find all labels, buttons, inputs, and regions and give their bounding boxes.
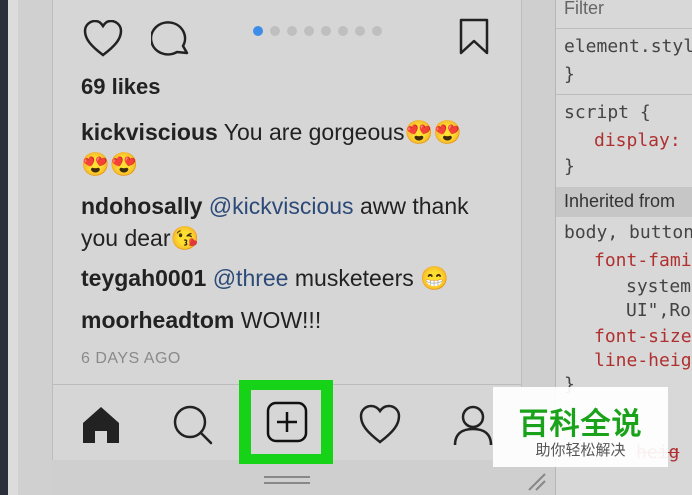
comment-username[interactable]: kickviscious [81,119,218,145]
comment-username[interactable]: moorheadtom [81,307,234,333]
style-value: UI",Ro [626,300,692,321]
style-property[interactable]: display: [594,130,681,151]
mention-link[interactable]: @three [213,265,289,291]
comment-text: musketeers 😁 [288,265,449,291]
carousel-dot [372,26,382,36]
filter-input[interactable]: Filter [564,0,604,19]
watermark-logo: 百科全说 助你轻松解决 [493,387,668,467]
carousel-dot-active [253,26,263,36]
resize-grip-icon[interactable] [525,470,547,492]
add-post-highlight [239,380,333,464]
comment-text: WOW!!! [234,307,322,333]
post-action-row [83,18,493,62]
style-property[interactable]: font-fami [594,250,692,271]
divider [556,94,692,95]
style-rule-close: } [564,64,575,85]
comment-1: kickviscious You are gorgeous😍😍 😍😍 [81,116,491,180]
comment-text: aww thank [353,193,469,219]
style-value: system [626,276,692,297]
carousel-dot [338,26,348,36]
inherited-label: Inherited from [564,191,676,211]
style-rule-close: } [564,156,575,177]
window-edge [0,0,8,495]
style-rule-selector[interactable]: element.styl [564,36,692,57]
carousel-dot [270,26,280,36]
divider [556,28,692,29]
carousel-dot [321,26,331,36]
watermark-subtitle: 助你轻松解决 [535,441,626,459]
comment-text-continued: 😍😍 [81,151,139,177]
comment-text-continued: you dear😘 [81,225,200,251]
style-property[interactable]: line-heig [594,350,692,371]
watermark-title: 百科全说 [518,407,643,442]
comment-2: ndohosally @kickviscious aww thank you d… [81,190,491,254]
post-timestamp: 6 DAYS AGO [81,350,181,367]
style-property[interactable]: font-size [594,326,692,347]
comment-icon[interactable] [151,20,191,58]
resize-handle[interactable] [264,476,310,478]
bottom-tab-bar [53,380,521,464]
window-border [8,0,18,495]
carousel-dot [304,26,314,36]
style-rule-selector[interactable]: script { [564,102,651,123]
mention-link[interactable]: @kickviscious [209,193,354,219]
instagram-post-card: 69 likes kickviscious You are gorgeous😍😍… [52,0,522,464]
carousel-dot [355,26,365,36]
bookmark-icon[interactable] [458,18,490,56]
search-icon[interactable] [171,403,215,447]
inherited-section-header: Inherited from [556,187,692,217]
style-rule-selector[interactable]: body, button [564,222,692,243]
carousel-dot [287,26,297,36]
activity-heart-icon[interactable] [358,403,402,447]
profile-icon[interactable] [451,403,495,447]
add-post-tab[interactable] [251,390,321,454]
likes-count[interactable]: 69 likes [81,74,161,100]
heart-icon[interactable] [83,20,123,58]
resize-handle[interactable] [264,482,310,484]
comment-4: moorheadtom WOW!!! [81,304,491,336]
comment-username[interactable]: ndohosally [81,193,202,219]
comment-username[interactable]: teygah0001 [81,265,206,291]
comment-text: You are gorgeous😍😍 [217,119,462,145]
comment-3: teygah0001 @three musketeers 😁 [81,262,491,294]
carousel-indicator [253,26,382,36]
home-icon[interactable] [79,403,123,447]
page-margin [18,0,52,495]
add-post-icon[interactable] [265,400,309,444]
